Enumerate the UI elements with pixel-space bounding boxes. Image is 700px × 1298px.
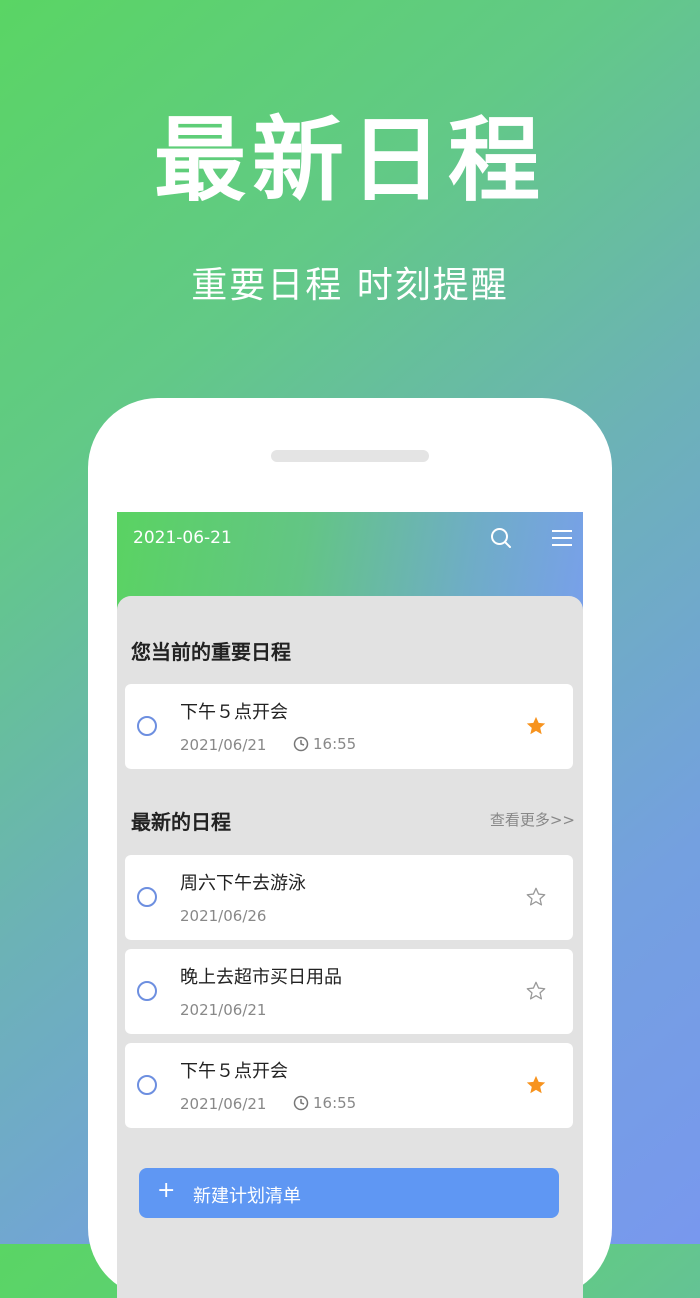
hero-subtitle: 重要日程 时刻提醒 (191, 265, 509, 306)
content-panel: 您当前的重要日程 下午５点开会 2021/06/21 16:55 最新的日程 查… (117, 596, 583, 1298)
app-screen: 2021-06-21 您当前的重要日程 下午５点开会 2021/06/21 16… (117, 512, 583, 1298)
schedule-date: 2021/06/21 (180, 1001, 267, 1019)
phone-mockup: 2021-06-21 您当前的重要日程 下午５点开会 2021/06/21 16… (88, 398, 612, 1298)
schedule-title: 晚上去超市买日用品 (180, 967, 342, 988)
schedule-time-text: 16:55 (313, 1094, 357, 1112)
schedule-time-text: 16:55 (313, 735, 357, 753)
star-filled-icon[interactable] (525, 715, 547, 737)
important-section-title: 您当前的重要日程 (131, 640, 291, 664)
schedule-title: 周六下午去游泳 (180, 873, 306, 894)
star-filled-icon[interactable] (525, 1074, 547, 1096)
search-icon[interactable] (489, 526, 513, 550)
new-plan-label: 新建计划清单 (193, 1186, 301, 1207)
important-schedule-card[interactable]: 下午５点开会 2021/06/21 16:55 (125, 684, 573, 769)
complete-radio[interactable] (137, 716, 157, 736)
schedule-date: 2021/06/21 (180, 1095, 267, 1113)
schedule-date: 2021/06/21 (180, 736, 267, 754)
schedule-time: 16:55 (293, 735, 356, 753)
clock-icon (293, 1095, 309, 1111)
star-outline-icon[interactable] (525, 980, 547, 1002)
phone-speaker (271, 450, 429, 462)
schedule-card[interactable]: 下午５点开会 2021/06/21 16:55 (125, 1043, 573, 1128)
schedule-date: 2021/06/26 (180, 907, 267, 925)
complete-radio[interactable] (137, 1075, 157, 1095)
plus-icon: + (157, 1178, 176, 1203)
new-plan-button[interactable]: + 新建计划清单 (139, 1168, 559, 1218)
schedule-time: 16:55 (293, 1094, 356, 1112)
header-date: 2021-06-21 (133, 528, 232, 548)
complete-radio[interactable] (137, 887, 157, 907)
complete-radio[interactable] (137, 981, 157, 1001)
latest-section-title: 最新的日程 (131, 810, 231, 834)
schedule-card[interactable]: 晚上去超市买日用品 2021/06/21 (125, 949, 573, 1034)
star-outline-icon[interactable] (525, 886, 547, 908)
schedule-card[interactable]: 周六下午去游泳 2021/06/26 (125, 855, 573, 940)
clock-icon (293, 736, 309, 752)
schedule-title: 下午５点开会 (180, 1061, 288, 1082)
schedule-title: 下午５点开会 (180, 702, 288, 723)
hero-title: 最新日程 (153, 107, 546, 214)
see-more-link[interactable]: 查看更多>> (490, 809, 575, 830)
menu-icon[interactable] (550, 526, 574, 550)
